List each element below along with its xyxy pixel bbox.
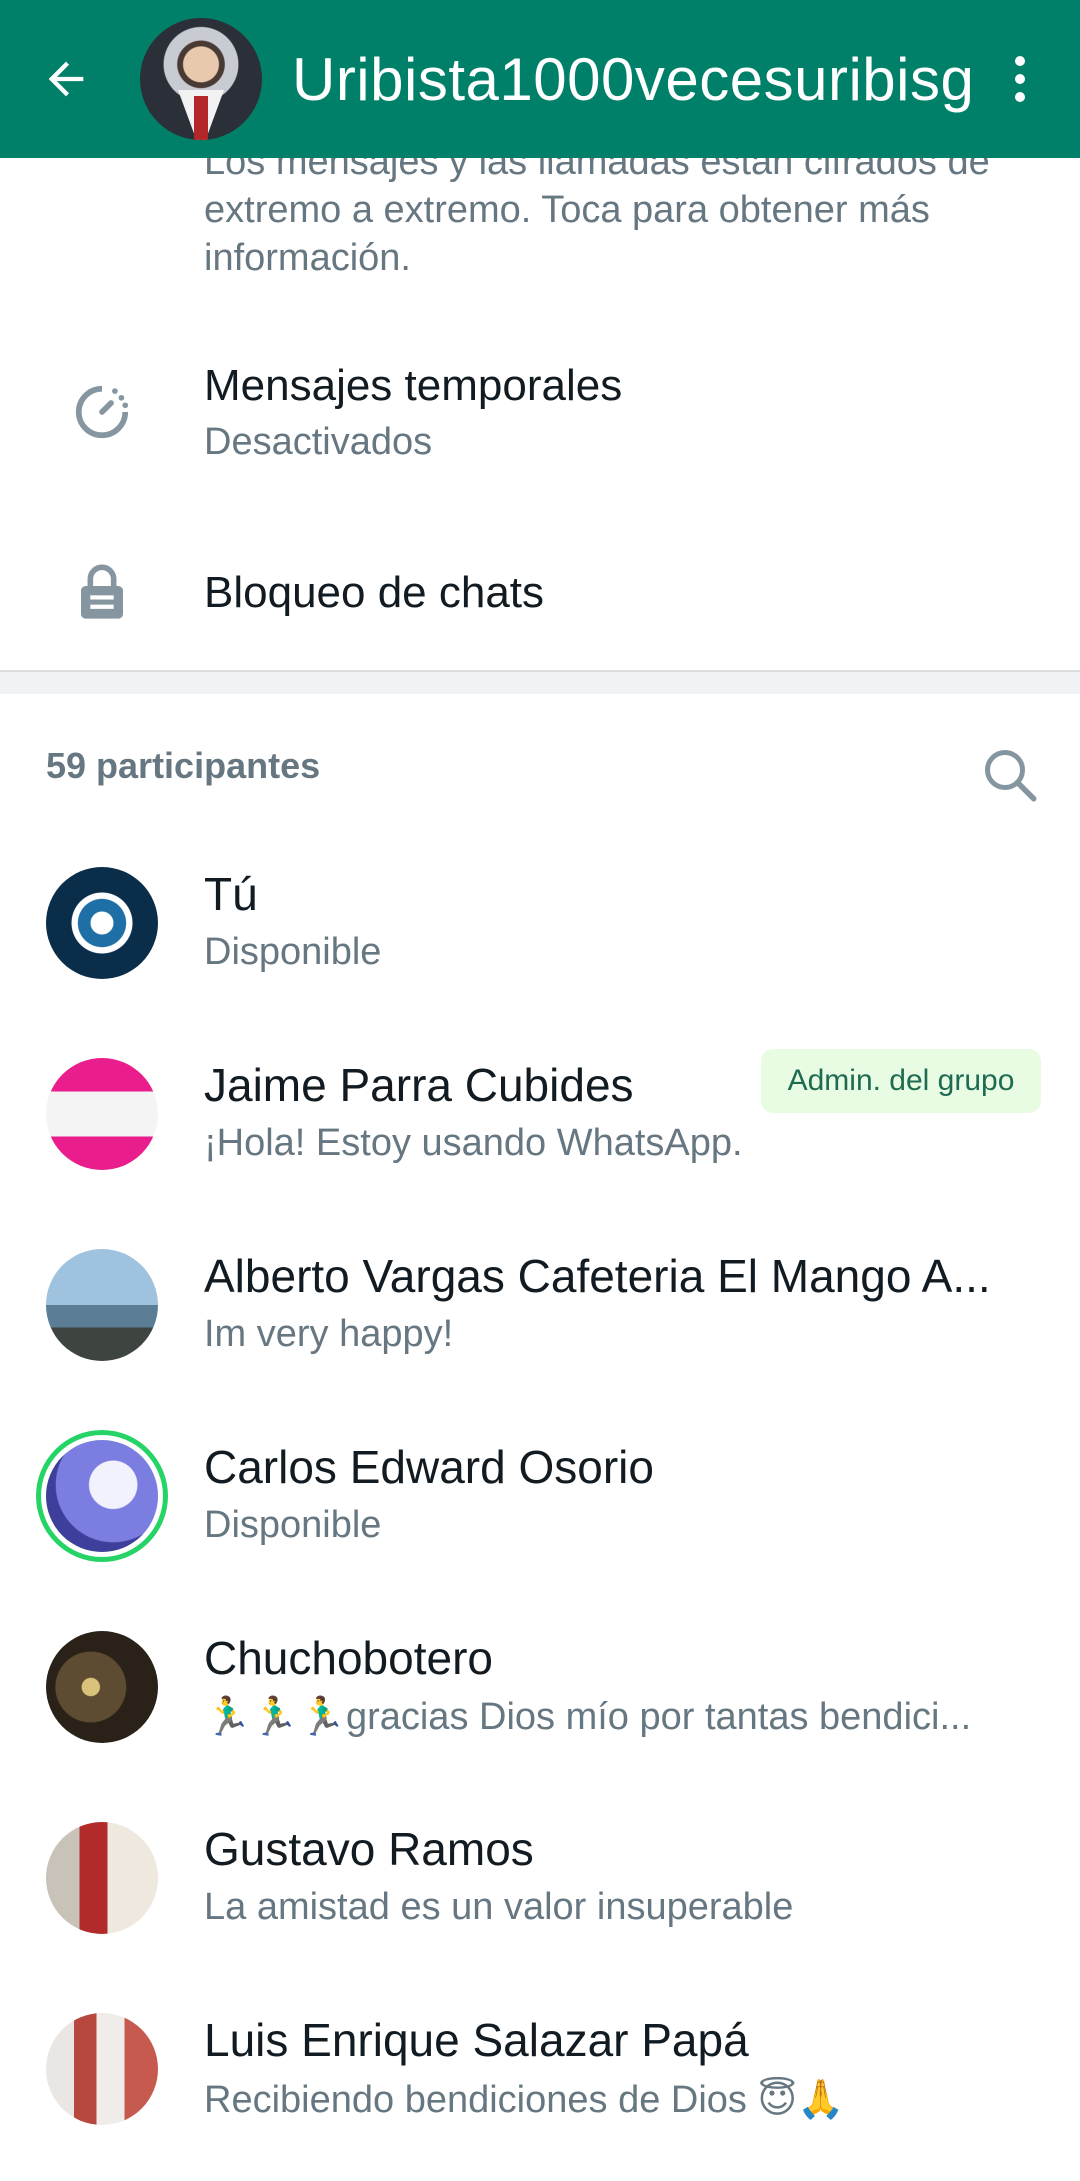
- back-button[interactable]: [26, 39, 106, 119]
- participant-status: Disponible: [204, 931, 382, 973]
- timer-icon: [70, 380, 134, 444]
- arrow-left-icon: [48, 61, 84, 97]
- encryption-notice[interactable]: Los mensajes y las llamadas están cifrad…: [204, 138, 1044, 282]
- participant-avatar: [46, 1631, 158, 1743]
- participant-status: 🏃‍♂️🏃‍♂️🏃‍♂️gracias Dios mío por tantas …: [204, 1696, 972, 1738]
- participant-name: Tú: [204, 868, 258, 920]
- chat-lock-row[interactable]: Bloqueo de chats: [0, 523, 1080, 663]
- participant-row[interactable]: Gustavo Ramos La amistad es un valor ins…: [0, 1800, 1080, 1990]
- app-bar: Uribista1000vecesuribisg: [0, 0, 1080, 158]
- participant-row[interactable]: Alberto Vargas Cafeteria El Mango A... I…: [0, 1227, 1080, 1417]
- participants-count: 59 participantes: [46, 745, 321, 786]
- participant-status: Disponible: [204, 1504, 382, 1546]
- participant-avatar: [46, 2013, 158, 2125]
- participant-avatar: [46, 1822, 158, 1934]
- participant-name: Luis Enrique Salazar Papá: [204, 2014, 749, 2066]
- admin-badge: Admin. del grupo: [761, 1049, 1041, 1113]
- avatar-tie: [194, 96, 208, 140]
- participant-name: Jaime Parra Cubides: [204, 1059, 634, 1111]
- participant-name: Carlos Edward Osorio: [204, 1441, 654, 1493]
- disappearing-messages-row[interactable]: Mensajes temporales Desactivados: [0, 342, 1080, 482]
- participant-name: Chuchobotero: [204, 1632, 493, 1684]
- participant-avatar: [46, 1058, 158, 1170]
- status-ring-avatar: [46, 1440, 158, 1552]
- group-title[interactable]: Uribista1000vecesuribisg: [292, 45, 992, 114]
- participant-row[interactable]: Tú Disponible: [0, 845, 1080, 1035]
- participant-row[interactable]: Jaime Parra Cubides Admin. del grupo ¡Ho…: [0, 1036, 1080, 1226]
- more-vert-dot: [1015, 74, 1025, 84]
- group-avatar[interactable]: [140, 18, 262, 140]
- participant-avatar: [46, 1249, 158, 1361]
- participant-status: ¡Hola! Estoy usando WhatsApp.: [204, 1122, 743, 1164]
- disappearing-messages-title: Mensajes temporales: [204, 360, 623, 410]
- chat-lock-title: Bloqueo de chats: [204, 568, 545, 617]
- participant-row[interactable]: Carlos Edward Osorio Disponible: [0, 1418, 1080, 1608]
- participant-status: Recibiendo bendiciones de Dios 😇🙏: [204, 2079, 845, 2121]
- participant-name: Gustavo Ramos: [204, 1823, 534, 1875]
- search-participants-button[interactable]: [980, 745, 1046, 811]
- participant-row[interactable]: Chuchobotero 🏃‍♂️🏃‍♂️🏃‍♂️gracias Dios mí…: [0, 1609, 1080, 1799]
- more-vert-dot: [1015, 92, 1025, 102]
- more-options-button[interactable]: [1000, 39, 1040, 119]
- more-vert-icon: [1015, 56, 1025, 66]
- lock-icon: [70, 561, 134, 625]
- participant-status: La amistad es un valor insuperable: [204, 1886, 794, 1928]
- search-icon: [985, 750, 1037, 802]
- section-divider: [0, 670, 1080, 694]
- participant-status: Im very happy!: [204, 1313, 454, 1355]
- participant-name: Alberto Vargas Cafeteria El Mango A...: [204, 1250, 991, 1302]
- participant-row[interactable]: Luis Enrique Salazar Papá Recibiendo ben…: [0, 1991, 1080, 2181]
- disappearing-messages-status: Desactivados: [204, 420, 433, 463]
- participant-avatar: [46, 867, 158, 979]
